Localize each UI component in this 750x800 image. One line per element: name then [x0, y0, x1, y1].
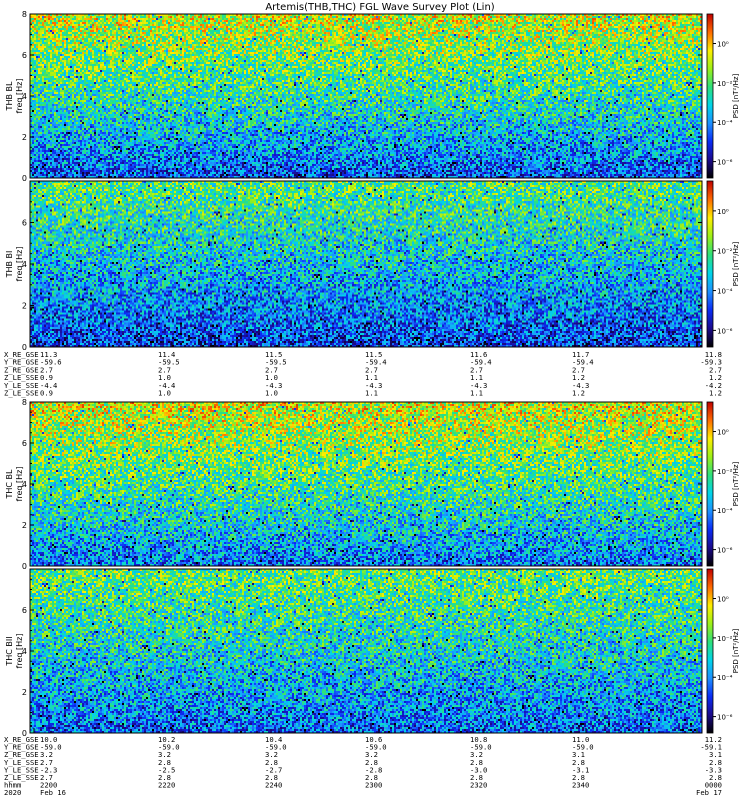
ephemeris-value: 1.0: [158, 389, 171, 398]
ephemeris-value: 1.1: [365, 389, 378, 398]
ephemeris-value: 0.9: [40, 389, 53, 398]
ephemeris-block-1: X_RE_GSEY_RE_GSEZ_RE_GSEZ_LE_SSEY_LE_SSE…: [4, 342, 722, 398]
colorbar-tick-label: 10⁻⁶: [717, 547, 733, 555]
ephemeris-row-label: 2020: [4, 788, 21, 797]
colorbar-label: PSD [nT²/Hz]: [732, 73, 740, 118]
panel-label: THB BL: [5, 81, 14, 111]
ephemeris-value: 2300: [365, 781, 382, 790]
colorbar-tick-label: 10⁰: [717, 429, 729, 437]
spectrogram-image: [30, 14, 702, 178]
colorbar-tick-label: 10⁻²: [717, 248, 733, 256]
ephemeris-value: 2220: [158, 781, 175, 790]
colorbar-label: PSD [nT²/Hz]: [732, 628, 740, 673]
y-tick-label: 6: [22, 219, 27, 228]
colorbar: 10⁰ 10⁻² 10⁻⁴ 10⁻⁶ PSD [nT²/Hz]: [706, 401, 740, 567]
colorbar-tick-label: 10⁰: [717, 41, 729, 49]
ephemeris-value: 1.2: [572, 389, 585, 398]
y-axis-label: freq [Hz]: [15, 247, 24, 282]
y-tick-label: 2: [22, 688, 27, 697]
ephemeris-value: 1.1: [470, 389, 483, 398]
colorbar-scale: [706, 401, 714, 567]
ephemeris-value: 2240: [265, 781, 282, 790]
y-tick-label: 6: [22, 51, 27, 60]
colorbar: 10⁰ 10⁻² 10⁻⁴ 10⁻⁶ PSD [nT²/Hz]: [706, 180, 740, 348]
spectrogram-panel-1: 02468THB BL freq [Hz]10⁰10⁻²10⁻⁴10⁻⁶PSD […: [5, 10, 740, 183]
y-tick-label: 8: [22, 398, 27, 407]
colorbar-tick-label: 10⁻²: [717, 468, 733, 476]
y-tick-label: 0: [22, 174, 27, 183]
colorbar-scale: [706, 568, 714, 734]
y-tick-label: 6: [22, 606, 27, 615]
ephemeris-value: 2340: [572, 781, 589, 790]
y-tick-label: 8: [22, 10, 27, 19]
y-tick-label: 0: [22, 562, 27, 571]
spectrogram-image: [30, 402, 702, 566]
colorbar-tick-label: 10⁰: [717, 208, 729, 216]
colorbar: 10⁰ 10⁻² 10⁻⁴ 10⁻⁶ PSD [nT²/Hz]: [706, 568, 740, 734]
y-axis-label: freq [Hz]: [15, 79, 24, 114]
ephemeris-row-label: Z_LE_SSE: [4, 389, 39, 398]
colorbar-tick-label: 10⁻⁴: [717, 507, 733, 515]
colorbar-scale: [706, 180, 714, 348]
panel-label: THB BI: [5, 251, 14, 279]
y-axis-label: freq [Hz]: [15, 634, 24, 669]
colorbar-tick-label: 10⁻⁴: [717, 288, 733, 296]
colorbar-tick-label: 10⁻⁶: [717, 327, 733, 335]
y-tick-label: 6: [22, 439, 27, 448]
y-tick-label: 2: [22, 521, 27, 530]
colorbar-tick-label: 10⁰: [717, 596, 729, 604]
panel-label: THC BII: [5, 636, 14, 666]
colorbar-label: PSD [nT²/Hz]: [732, 461, 740, 506]
colorbar-label: PSD [nT²/Hz]: [732, 241, 740, 286]
colorbar-tick-label: 10⁻⁴: [717, 674, 733, 682]
y-tick-label: 2: [22, 133, 27, 142]
ephemeris-value: 1.2: [709, 389, 722, 398]
panel-label: THC BL: [5, 469, 14, 500]
ephemeris-value: 2320: [470, 781, 487, 790]
y-tick-label: 2: [22, 302, 27, 311]
y-axis-label: freq [Hz]: [15, 467, 24, 502]
colorbar-tick-label: 10⁻²: [717, 80, 733, 88]
ephemeris-value: 1.0: [265, 389, 278, 398]
colorbar-tick-label: 10⁻⁴: [717, 119, 733, 127]
ephemeris-value: Feb 17: [696, 788, 722, 797]
spectrogram-image: [30, 569, 702, 733]
spectrogram-image: [30, 181, 702, 347]
colorbar: 10⁰ 10⁻² 10⁻⁴ 10⁻⁶ PSD [nT²/Hz]: [706, 13, 740, 179]
spectrogram-panel-2: 0246THB BI freq [Hz]10⁰10⁻²10⁻⁴10⁻⁶PSD [n…: [5, 180, 740, 352]
colorbar-scale: [706, 13, 714, 179]
ephemeris-block-2: X_RE_GSEY_RE_GSEZ_RE_GSEY_LE_SSEY_LE_SSE…: [4, 728, 722, 797]
colorbar-tick-label: 10⁻⁶: [717, 714, 733, 722]
wave-survey-figure: Artemis(THB,THC) FGL Wave Survey Plot (L…: [4, 2, 740, 797]
colorbar-tick-label: 10⁻²: [717, 635, 733, 643]
spectrogram-panel-4: 0246THC BII freq [Hz]10⁰10⁻²10⁻⁴10⁻⁶PSD […: [5, 568, 740, 738]
spectrogram-panel-3: 02468THC BL freq [Hz]10⁰10⁻²10⁻⁴10⁻⁶PSD […: [5, 398, 740, 571]
colorbar-tick-label: 10⁻⁶: [717, 159, 733, 167]
ephemeris-value: Feb 16: [40, 788, 66, 797]
figure-title: Artemis(THB,THC) FGL Wave Survey Plot (L…: [265, 2, 494, 13]
